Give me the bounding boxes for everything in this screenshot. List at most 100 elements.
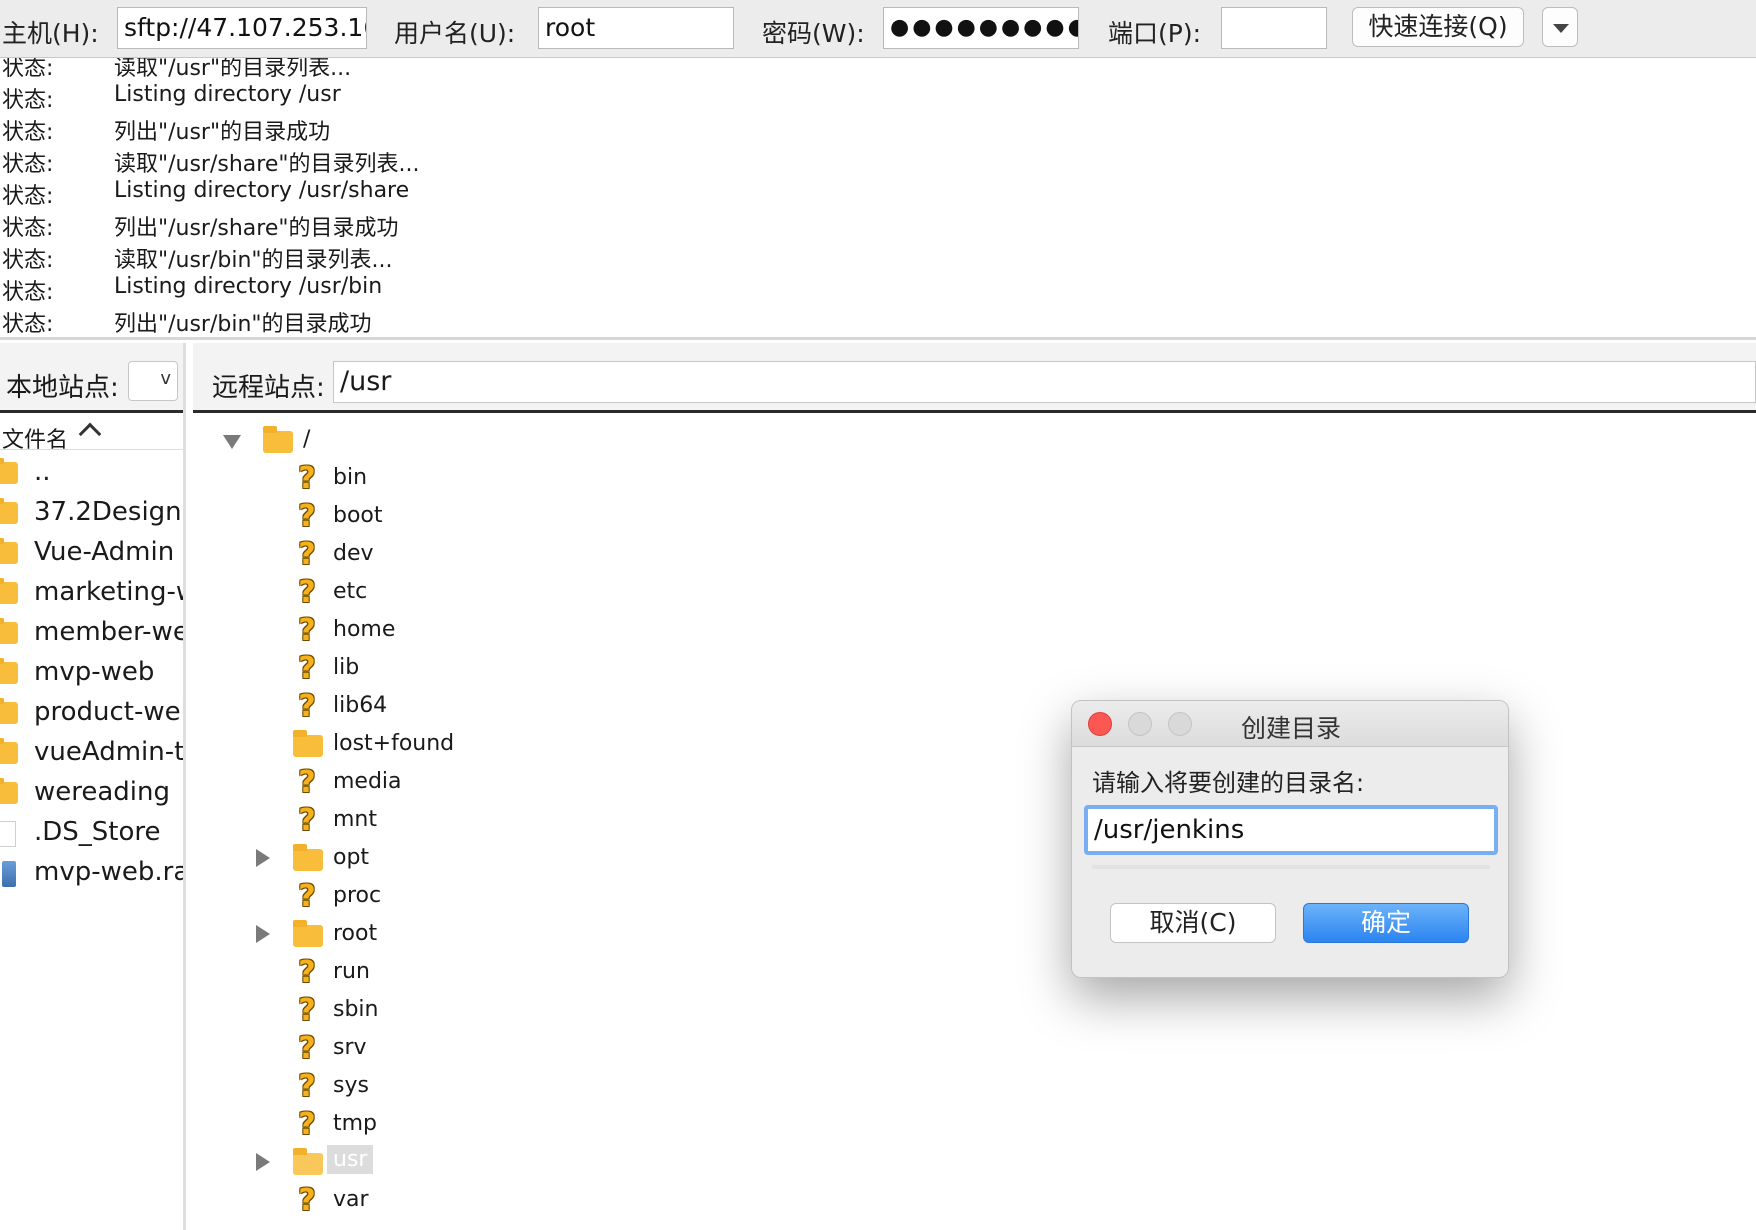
host-input[interactable]: sftp://47.107.253.162 <box>117 7 367 49</box>
tree-item-label: tmp <box>333 1111 378 1136</box>
local-file-row[interactable]: wereading <box>0 775 183 815</box>
log-status-label: 状态: <box>2 88 54 113</box>
log-message: 列出"/usr/share"的目录成功 <box>114 216 399 241</box>
folder-icon <box>293 844 323 871</box>
ok-button[interactable]: 确定 <box>1303 903 1469 943</box>
local-file-row[interactable]: 37.2Design <box>0 495 183 535</box>
tree-row-lib64[interactable]: ? lib64 <box>193 689 793 725</box>
question-icon: ? <box>298 1069 316 1104</box>
directory-name-input[interactable] <box>1084 805 1498 855</box>
disclosure-collapsed-icon[interactable] <box>256 925 270 943</box>
tree-row-opt[interactable]: opt <box>193 841 793 877</box>
remote-site-bar: 远程站点: /usr <box>193 343 1756 413</box>
tree-item-label: lib64 <box>333 693 388 718</box>
archive-icon <box>2 861 16 887</box>
remote-pane: 远程站点: /usr / ? bin? boot? dev? etc? home? lib?… <box>193 343 1756 1230</box>
log-status-label: 状态: <box>2 184 54 209</box>
tree-row-srv[interactable]: ? srv <box>193 1031 793 1067</box>
local-file-row[interactable]: Vue-Admin <box>0 535 183 575</box>
local-file-name: member-web <box>34 617 183 647</box>
tree-row-root[interactable]: / <box>193 423 793 459</box>
remote-path-input[interactable]: /usr <box>333 361 1756 403</box>
log-message: 读取"/usr"的目录列表... <box>114 58 352 81</box>
local-file-row[interactable]: mvp-web.rar <box>0 855 186 895</box>
question-icon: ? <box>298 499 316 534</box>
tree-row-media[interactable]: ? media <box>193 765 793 801</box>
folder-icon <box>293 920 323 947</box>
local-file-row[interactable]: member-web <box>0 615 183 655</box>
log-message: 列出"/usr"的目录成功 <box>114 120 331 145</box>
local-file-name: wereading <box>34 777 171 807</box>
quickconnect-button[interactable]: 快速连接(Q) <box>1352 7 1524 47</box>
tree-item-label: boot <box>333 503 383 528</box>
local-file-row[interactable]: marketing-web <box>0 575 183 615</box>
sort-ascending-icon <box>78 422 102 446</box>
tree-row-var[interactable]: ? var <box>193 1183 793 1219</box>
tree-item-label: var <box>333 1187 369 1212</box>
tree-row-lost-found[interactable]: lost+found <box>193 727 793 763</box>
tree-row-etc[interactable]: ? etc <box>193 575 793 611</box>
tree-row-dev[interactable]: ? dev <box>193 537 793 573</box>
question-icon: ? <box>298 879 316 914</box>
local-file-row[interactable]: .DS_Store <box>0 815 183 855</box>
local-file-row[interactable]: .. <box>0 455 183 495</box>
tree-row-root[interactable]: root <box>193 917 793 953</box>
tree-row-sys[interactable]: ? sys <box>193 1069 793 1105</box>
disclosure-collapsed-icon[interactable] <box>256 1153 270 1171</box>
tree-row-boot[interactable]: ? boot <box>193 499 793 535</box>
tree-row-proc[interactable]: ? proc <box>193 879 793 915</box>
disclosure-collapsed-icon[interactable] <box>256 849 270 867</box>
tree-row-tmp[interactable]: ? tmp <box>193 1107 793 1143</box>
local-file-row[interactable]: product-web <box>0 695 186 735</box>
log-message: Listing directory /usr <box>114 82 341 107</box>
tree-item-label: home <box>333 617 396 642</box>
local-file-name: Vue-Admin <box>34 537 175 567</box>
question-icon: ? <box>298 689 316 724</box>
local-file-row[interactable]: mvp-web <box>0 655 183 695</box>
dialog-divider <box>1092 865 1490 869</box>
log-message: 读取"/usr/bin"的目录列表... <box>114 248 393 273</box>
local-file-name: 37.2Design <box>34 497 182 527</box>
tree-row-mnt[interactable]: ? mnt <box>193 803 793 839</box>
question-icon: ? <box>298 803 316 838</box>
folder-icon <box>0 698 18 724</box>
tree-row-lib[interactable]: ? lib <box>193 651 793 687</box>
question-icon: ? <box>298 955 316 990</box>
tree-item-label: media <box>333 769 402 794</box>
local-file-name: .. <box>34 457 51 487</box>
local-file-name: product-web <box>34 697 186 727</box>
tree-row-home[interactable]: ? home <box>193 613 793 649</box>
tree-row-bin[interactable]: ? bin <box>193 461 793 497</box>
message-log[interactable]: 状态: 读取"/usr"的目录列表... 状态: Listing directory … <box>0 58 1756 340</box>
tree-item-label: / <box>303 427 311 452</box>
tree-row-sbin[interactable]: ? sbin <box>193 993 793 1029</box>
local-file-name: mvp-web <box>34 657 155 687</box>
question-icon: ? <box>298 651 316 686</box>
tree-row-usr[interactable]: usr <box>193 1145 793 1181</box>
local-column-header[interactable]: 文件名 <box>0 416 183 453</box>
quickconnect-dropdown-button[interactable] <box>1542 7 1578 47</box>
local-site-select[interactable]: v <box>128 361 178 401</box>
tree-row-run[interactable]: ? run <box>193 955 793 991</box>
tree-item-label: mnt <box>333 807 377 832</box>
tree-item-label: bin <box>333 465 368 490</box>
username-input[interactable]: root <box>538 7 734 49</box>
log-message: 读取"/usr/share"的目录列表... <box>114 152 420 177</box>
question-icon: ? <box>298 993 316 1028</box>
port-input[interactable] <box>1221 7 1327 49</box>
disclosure-expanded-icon[interactable] <box>223 435 241 449</box>
folder-icon <box>0 778 18 804</box>
password-input[interactable]: ●●●●●●●●●●●● <box>883 7 1079 49</box>
folder-icon <box>0 538 18 564</box>
cancel-button[interactable]: 取消(C) <box>1110 903 1276 943</box>
question-icon: ? <box>298 1107 316 1142</box>
local-file-row[interactable]: vueAdmin-template <box>0 735 183 775</box>
question-icon: ? <box>298 765 316 800</box>
log-status-label: 状态: <box>2 280 54 305</box>
local-file-name: mvp-web.rar <box>34 857 186 887</box>
local-site-bar: 本地站点: v <box>0 343 183 413</box>
log-message: 列出"/usr/bin"的目录成功 <box>114 312 372 337</box>
folder-icon <box>263 426 293 453</box>
folder-icon <box>0 578 18 604</box>
remote-site-label: 远程站点: <box>212 373 325 403</box>
